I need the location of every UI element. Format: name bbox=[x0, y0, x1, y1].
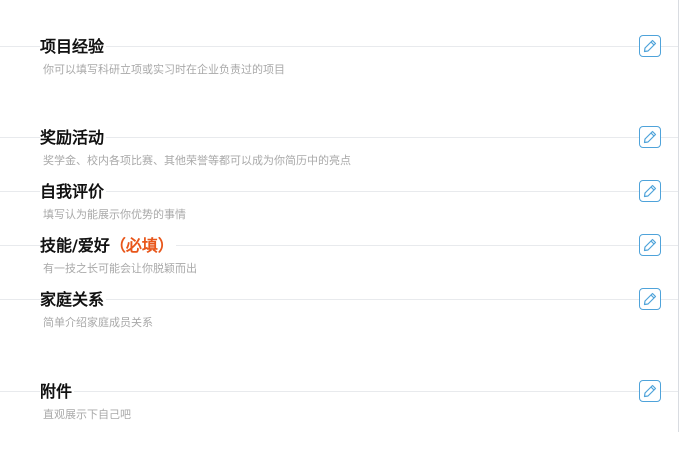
edit-pencil-icon bbox=[643, 292, 657, 306]
section-hint: 有一技之长可能会让你脱颖而出 bbox=[43, 262, 197, 275]
section-hint: 你可以填写科研立项或实习时在企业负责过的项目 bbox=[43, 63, 285, 76]
edit-project-experience-button[interactable] bbox=[639, 35, 661, 57]
edit-pencil-icon bbox=[643, 130, 657, 144]
edit-pencil-icon bbox=[643, 384, 657, 398]
section-title: 附件 bbox=[40, 382, 75, 402]
section-title-text: 自我评价 bbox=[40, 182, 105, 201]
edit-family-button[interactable] bbox=[639, 288, 661, 310]
section-hint: 奖学金、校内各项比赛、其他荣誉等都可以成为你简历中的亮点 bbox=[43, 154, 351, 167]
edit-self-evaluation-button[interactable] bbox=[639, 180, 661, 202]
section-title: 技能/爱好（必填） bbox=[40, 236, 176, 256]
section-project-experience: 项目经验 你可以填写科研立项或实习时在企业负责过的项目 bbox=[0, 35, 678, 106]
edit-pencil-icon bbox=[643, 238, 657, 252]
section-title: 项目经验 bbox=[40, 37, 107, 57]
section-title-text: 奖励活动 bbox=[40, 128, 105, 147]
right-border bbox=[678, 0, 679, 432]
edit-awards-button[interactable] bbox=[639, 126, 661, 148]
required-tag: （必填） bbox=[109, 236, 174, 255]
section-attachments: 附件 直观展示下自己吧 bbox=[0, 380, 678, 451]
edit-skills-hobbies-button[interactable] bbox=[639, 234, 661, 256]
edit-pencil-icon bbox=[643, 184, 657, 198]
section-title-text: 技能/爱好 bbox=[40, 236, 110, 255]
section-hint: 直观展示下自己吧 bbox=[43, 408, 131, 421]
section-divider bbox=[0, 391, 678, 392]
section-family: 家庭关系 简单介绍家庭成员关系 bbox=[0, 288, 678, 359]
section-title-text: 项目经验 bbox=[40, 37, 105, 56]
section-title-text: 附件 bbox=[40, 382, 73, 401]
section-title: 家庭关系 bbox=[40, 290, 107, 310]
edit-pencil-icon bbox=[643, 39, 657, 53]
section-hint: 简单介绍家庭成员关系 bbox=[43, 316, 153, 329]
section-title: 奖励活动 bbox=[40, 128, 107, 148]
section-title: 自我评价 bbox=[40, 182, 107, 202]
edit-attachments-button[interactable] bbox=[639, 380, 661, 402]
section-title-text: 家庭关系 bbox=[40, 290, 105, 309]
section-hint: 填写认为能展示你优势的事情 bbox=[43, 208, 186, 221]
